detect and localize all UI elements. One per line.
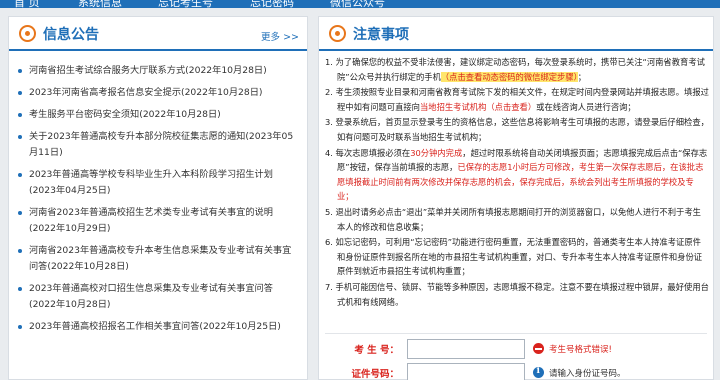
minus-circle-icon — [533, 343, 544, 354]
announcement-link[interactable]: 河南省2023年普通高校专升本考生信息采集及专业考试有关事宜问答(2022年10… — [29, 245, 291, 272]
nav-system-info[interactable]: 系统信息 — [78, 0, 122, 8]
note-text: ； — [577, 71, 587, 82]
candidate-number-label: 考 生 号： — [354, 345, 399, 356]
note-text: 5. 退出时请务必点击“退出”菜单并关闭所有填报志愿期间打开的浏览器窗口，以免他… — [325, 206, 701, 232]
top-navbar: 首 页 系统信息 忘记考生号 忘记密码 微信公众号 — [0, 0, 720, 8]
bullet-icon — [18, 173, 22, 177]
announcement-item[interactable]: 2023年普通高等学校专科毕业生升入本科阶段学习招生计划(2023年04月25日… — [9, 167, 307, 199]
note-item: 2. 考生须按照专业目录和河南省教育考试院下发的相关文件，在规定时间内登录网站并… — [325, 85, 709, 114]
announcement-item[interactable]: 关于2023年普通高校专升本部分院校征集志愿的通知(2023年05月11日) — [9, 129, 307, 161]
note-item: 4. 每次志愿填报必须在30分钟内完成，超过时限系统将自动关闭填报页面；志愿填报… — [325, 146, 709, 204]
announcement-link[interactable]: 2023年普通高等学校专科毕业生升入本科阶段学习招生计划(2023年04月25日… — [29, 169, 273, 196]
note-text: 6. 如忘记密码，可利用“忘记密码”功能进行密码重置，无法重置密码的，普通类考生… — [325, 237, 703, 277]
bullet-icon — [18, 287, 22, 291]
id-number-hint: 请输入身份证号码。 — [549, 369, 626, 379]
note-text: 4. 每次志愿填报必须在 — [325, 147, 411, 158]
nav-forgot-candidate-number[interactable]: 忘记考生号 — [158, 0, 213, 8]
announcement-link[interactable]: 2023年河南省高考报名信息安全提示(2022年10月28日) — [29, 87, 263, 98]
note-item: 5. 退出时请务必点击“退出”菜单并关闭所有填报志愿期间打开的浏览器窗口，以免他… — [325, 205, 709, 234]
bullseye-icon — [329, 25, 346, 42]
more-link[interactable]: 更多 >> — [261, 29, 299, 43]
announcement-item[interactable]: 2023年河南省高考报名信息安全提示(2022年10月28日) — [9, 85, 307, 101]
bullet-icon — [18, 91, 22, 95]
announcement-item[interactable]: 河南省2023年普通高校招生艺术类专业考试有关事宜的说明(2022年10月29日… — [9, 205, 307, 237]
id-number-input[interactable] — [407, 363, 525, 380]
announcements-title: 信息公告 — [43, 27, 99, 43]
nav-wechat-account[interactable]: 微信公众号 — [330, 0, 385, 8]
note-text: 3. 登录系统后，首页显示登录考生的资格信息，这些信息将影响考生可填报的志愿，请… — [325, 117, 709, 142]
note-text: 或在线咨询人员进行咨询； — [536, 101, 636, 112]
announcement-link[interactable]: 河南省招生考试综合服务大厅联系方式(2022年10月28日) — [29, 65, 267, 76]
candidate-number-input[interactable] — [407, 339, 525, 359]
bullet-icon — [18, 325, 22, 329]
announcement-item[interactable]: 2023年普通高校招报名工作相关事宜问答(2022年10月25日) — [9, 319, 307, 335]
notes-list: 1. 为了确保您的权益不受非法侵害，建议绑定动态密码，每次登录系统时，携带已关注… — [325, 55, 709, 310]
bullet-icon — [18, 211, 22, 215]
id-number-label: 证件号码： — [351, 369, 399, 380]
notes-title: 注意事项 — [353, 27, 409, 43]
announcements-panel: 信息公告 更多 >> 河南省招生考试综合服务大厅联系方式(2022年10月28日… — [8, 16, 308, 380]
announcement-link[interactable]: 2023年普通高校对口招生信息采集及专业考试有关事宜问答(2022年10月28日… — [29, 283, 273, 310]
nav-forgot-password[interactable]: 忘记密码 — [250, 0, 294, 8]
note-item: 6. 如忘记密码，可利用“忘记密码”功能进行密码重置，无法重置密码的，普通类考生… — [325, 235, 709, 279]
note-text: 30分钟内完成 — [410, 147, 463, 158]
announcement-link[interactable]: 考生服务平台密码安全须知(2022年10月28日) — [29, 109, 221, 120]
info-circle-icon — [533, 366, 544, 378]
notes-panel: 注意事项 1. 为了确保您的权益不受非法侵害，建议绑定动态密码，每次登录系统时，… — [318, 16, 714, 380]
divider — [325, 333, 707, 334]
announcement-list: 河南省招生考试综合服务大厅联系方式(2022年10月28日) 2023年河南省高… — [9, 63, 307, 341]
announcement-link[interactable]: 关于2023年普通高校专升本部分院校征集志愿的通知(2023年05月11日) — [29, 131, 293, 158]
announcement-link[interactable]: 2023年普通高校招报名工作相关事宜问答(2022年10月25日) — [29, 321, 281, 332]
note-link[interactable]: （点击查看动态密码的微信绑定步骤） — [440, 71, 578, 82]
note-link[interactable]: 当地招生考试机构（点击查看） — [420, 102, 536, 112]
note-text: 7. 手机可能因信号、锁屏、节能等多种原因，志愿填报不稳定。注意不要在填报过程中… — [325, 281, 709, 307]
announcement-item[interactable]: 河南省招生考试综合服务大厅联系方式(2022年10月28日) — [9, 63, 307, 79]
note-item: 7. 手机可能因信号、锁屏、节能等多种原因，志愿填报不稳定。注意不要在填报过程中… — [325, 280, 709, 309]
bullet-icon — [18, 69, 22, 73]
bullet-icon — [18, 113, 22, 117]
announcements-header: 信息公告 更多 >> — [9, 17, 307, 51]
announcement-item[interactable]: 考生服务平台密码安全须知(2022年10月28日) — [9, 107, 307, 123]
announcement-item[interactable]: 2023年普通高校对口招生信息采集及专业考试有关事宜问答(2022年10月28日… — [9, 281, 307, 313]
note-item: 1. 为了确保您的权益不受非法侵害，建议绑定动态密码，每次登录系统时，携带已关注… — [325, 55, 709, 84]
bullet-icon — [18, 249, 22, 253]
nav-home[interactable]: 首 页 — [14, 0, 40, 8]
announcement-link[interactable]: 河南省2023年普通高校招生艺术类专业考试有关事宜的说明(2022年10月29日… — [29, 207, 273, 234]
bullet-icon — [18, 135, 22, 139]
announcement-item[interactable]: 河南省2023年普通高校专升本考生信息采集及专业考试有关事宜问答(2022年10… — [9, 243, 307, 275]
notes-header: 注意事项 — [319, 17, 713, 51]
note-item: 3. 登录系统后，首页显示登录考生的资格信息，这些信息将影响考生可填报的志愿，请… — [325, 115, 709, 144]
candidate-number-error: 考生号格式错误! — [549, 345, 612, 355]
bullseye-icon — [19, 25, 36, 42]
